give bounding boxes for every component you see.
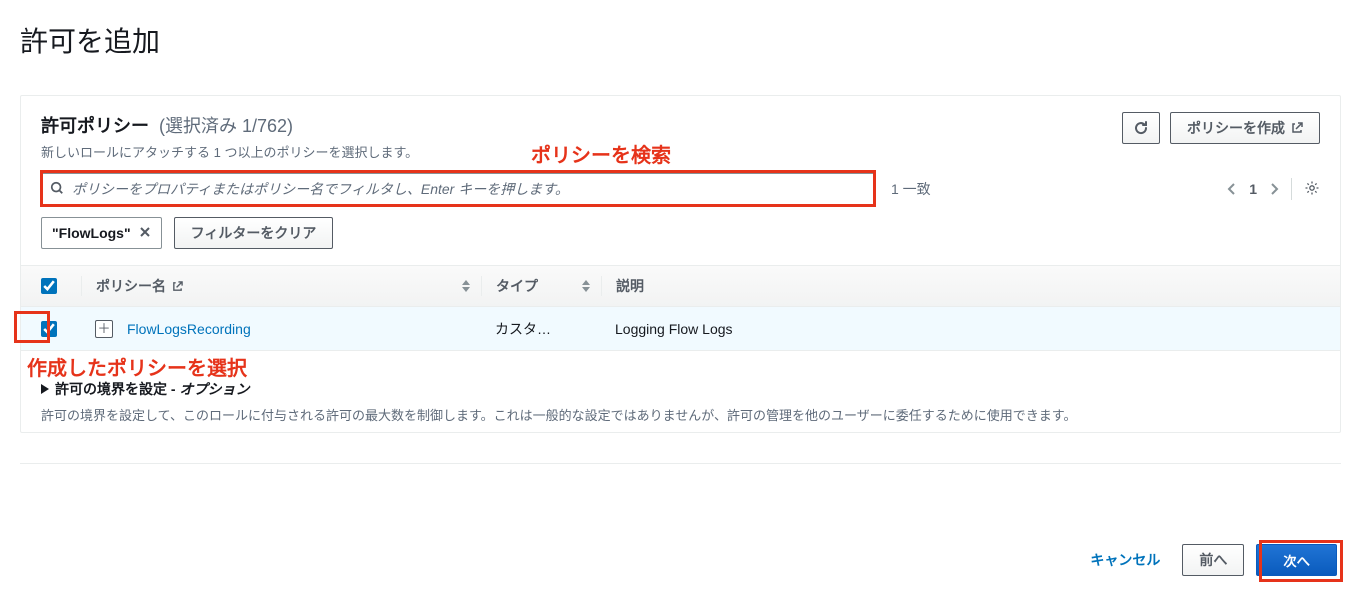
panel-selected-count: (選択済み 1/762) xyxy=(159,112,293,138)
create-policy-label: ポリシーを作成 xyxy=(1187,118,1285,138)
chip-label: "FlowLogs" xyxy=(52,225,131,241)
next-button[interactable]: 次へ xyxy=(1256,544,1337,576)
external-link-icon xyxy=(1291,122,1303,134)
plus-icon: ＋ xyxy=(97,322,110,335)
cancel-button[interactable]: キャンセル xyxy=(1080,544,1170,576)
divider xyxy=(1291,178,1292,200)
prev-page-button[interactable] xyxy=(1227,182,1237,196)
wizard-footer: キャンセル 前へ 次へ xyxy=(0,464,1361,592)
settings-gear-button[interactable] xyxy=(1304,180,1320,199)
permissions-boundary-section: 許可の境界を設定 - オプション 許可の境界を設定して、このロールに付与される許… xyxy=(21,363,1340,432)
next-page-button[interactable] xyxy=(1269,182,1279,196)
previous-button[interactable]: 前へ xyxy=(1182,544,1244,576)
create-policy-button[interactable]: ポリシーを作成 xyxy=(1170,112,1320,144)
policy-table: ポリシー名 タイプ 説明 xyxy=(21,265,1340,351)
column-name-header[interactable]: ポリシー名 xyxy=(96,276,166,296)
refresh-button[interactable] xyxy=(1122,112,1160,144)
search-box xyxy=(41,173,875,205)
table-header: ポリシー名 タイプ 説明 xyxy=(21,265,1340,307)
policy-type: カスタ… xyxy=(495,319,551,339)
expand-row-button[interactable]: ＋ xyxy=(95,320,113,338)
caret-right-icon xyxy=(41,384,49,394)
boundary-toggle[interactable]: 許可の境界を設定 - オプション xyxy=(41,379,1320,399)
sort-icon[interactable] xyxy=(461,280,471,292)
sort-icon[interactable] xyxy=(581,280,591,292)
pagination: 1 xyxy=(1227,178,1320,200)
boundary-title-main: 許可の境界を設定 - xyxy=(55,381,179,397)
clear-filters-button[interactable]: フィルターをクリア xyxy=(174,217,334,249)
clear-filters-label: フィルターをクリア xyxy=(191,223,317,243)
table-row[interactable]: ＋ FlowLogsRecording カスタ… Logging Flow Lo… xyxy=(21,307,1340,351)
gear-icon xyxy=(1304,180,1320,199)
boundary-description: 許可の境界を設定して、このロールに付与される許可の最大数を制御します。これは一般… xyxy=(41,405,1320,424)
panel-description: 新しいロールにアタッチする 1 つ以上のポリシーを選択します。 xyxy=(41,142,1106,161)
policy-name-link[interactable]: FlowLogsRecording xyxy=(127,321,251,337)
page-title: 許可を追加 xyxy=(0,0,1361,75)
policy-desc: Logging Flow Logs xyxy=(615,321,733,337)
match-count: 1 一致 xyxy=(891,179,931,199)
close-icon xyxy=(139,225,151,241)
permissions-policy-panel: 許可ポリシー (選択済み 1/762) 新しいロールにアタッチする 1 つ以上の… xyxy=(20,95,1341,433)
row-checkbox[interactable] xyxy=(41,321,57,337)
column-desc-header: 説明 xyxy=(616,276,644,296)
select-all-checkbox[interactable] xyxy=(41,278,57,294)
panel-title: 許可ポリシー xyxy=(41,112,149,138)
policy-search-input[interactable] xyxy=(42,175,874,203)
refresh-icon xyxy=(1133,120,1149,136)
filter-chip-flowlogs: "FlowLogs" xyxy=(41,217,162,249)
boundary-title-sub: オプション xyxy=(179,381,249,397)
search-icon xyxy=(50,181,64,198)
current-page: 1 xyxy=(1249,181,1257,197)
external-link-icon xyxy=(172,281,183,292)
remove-chip-button[interactable] xyxy=(139,225,151,241)
column-type-header[interactable]: タイプ xyxy=(496,276,538,296)
